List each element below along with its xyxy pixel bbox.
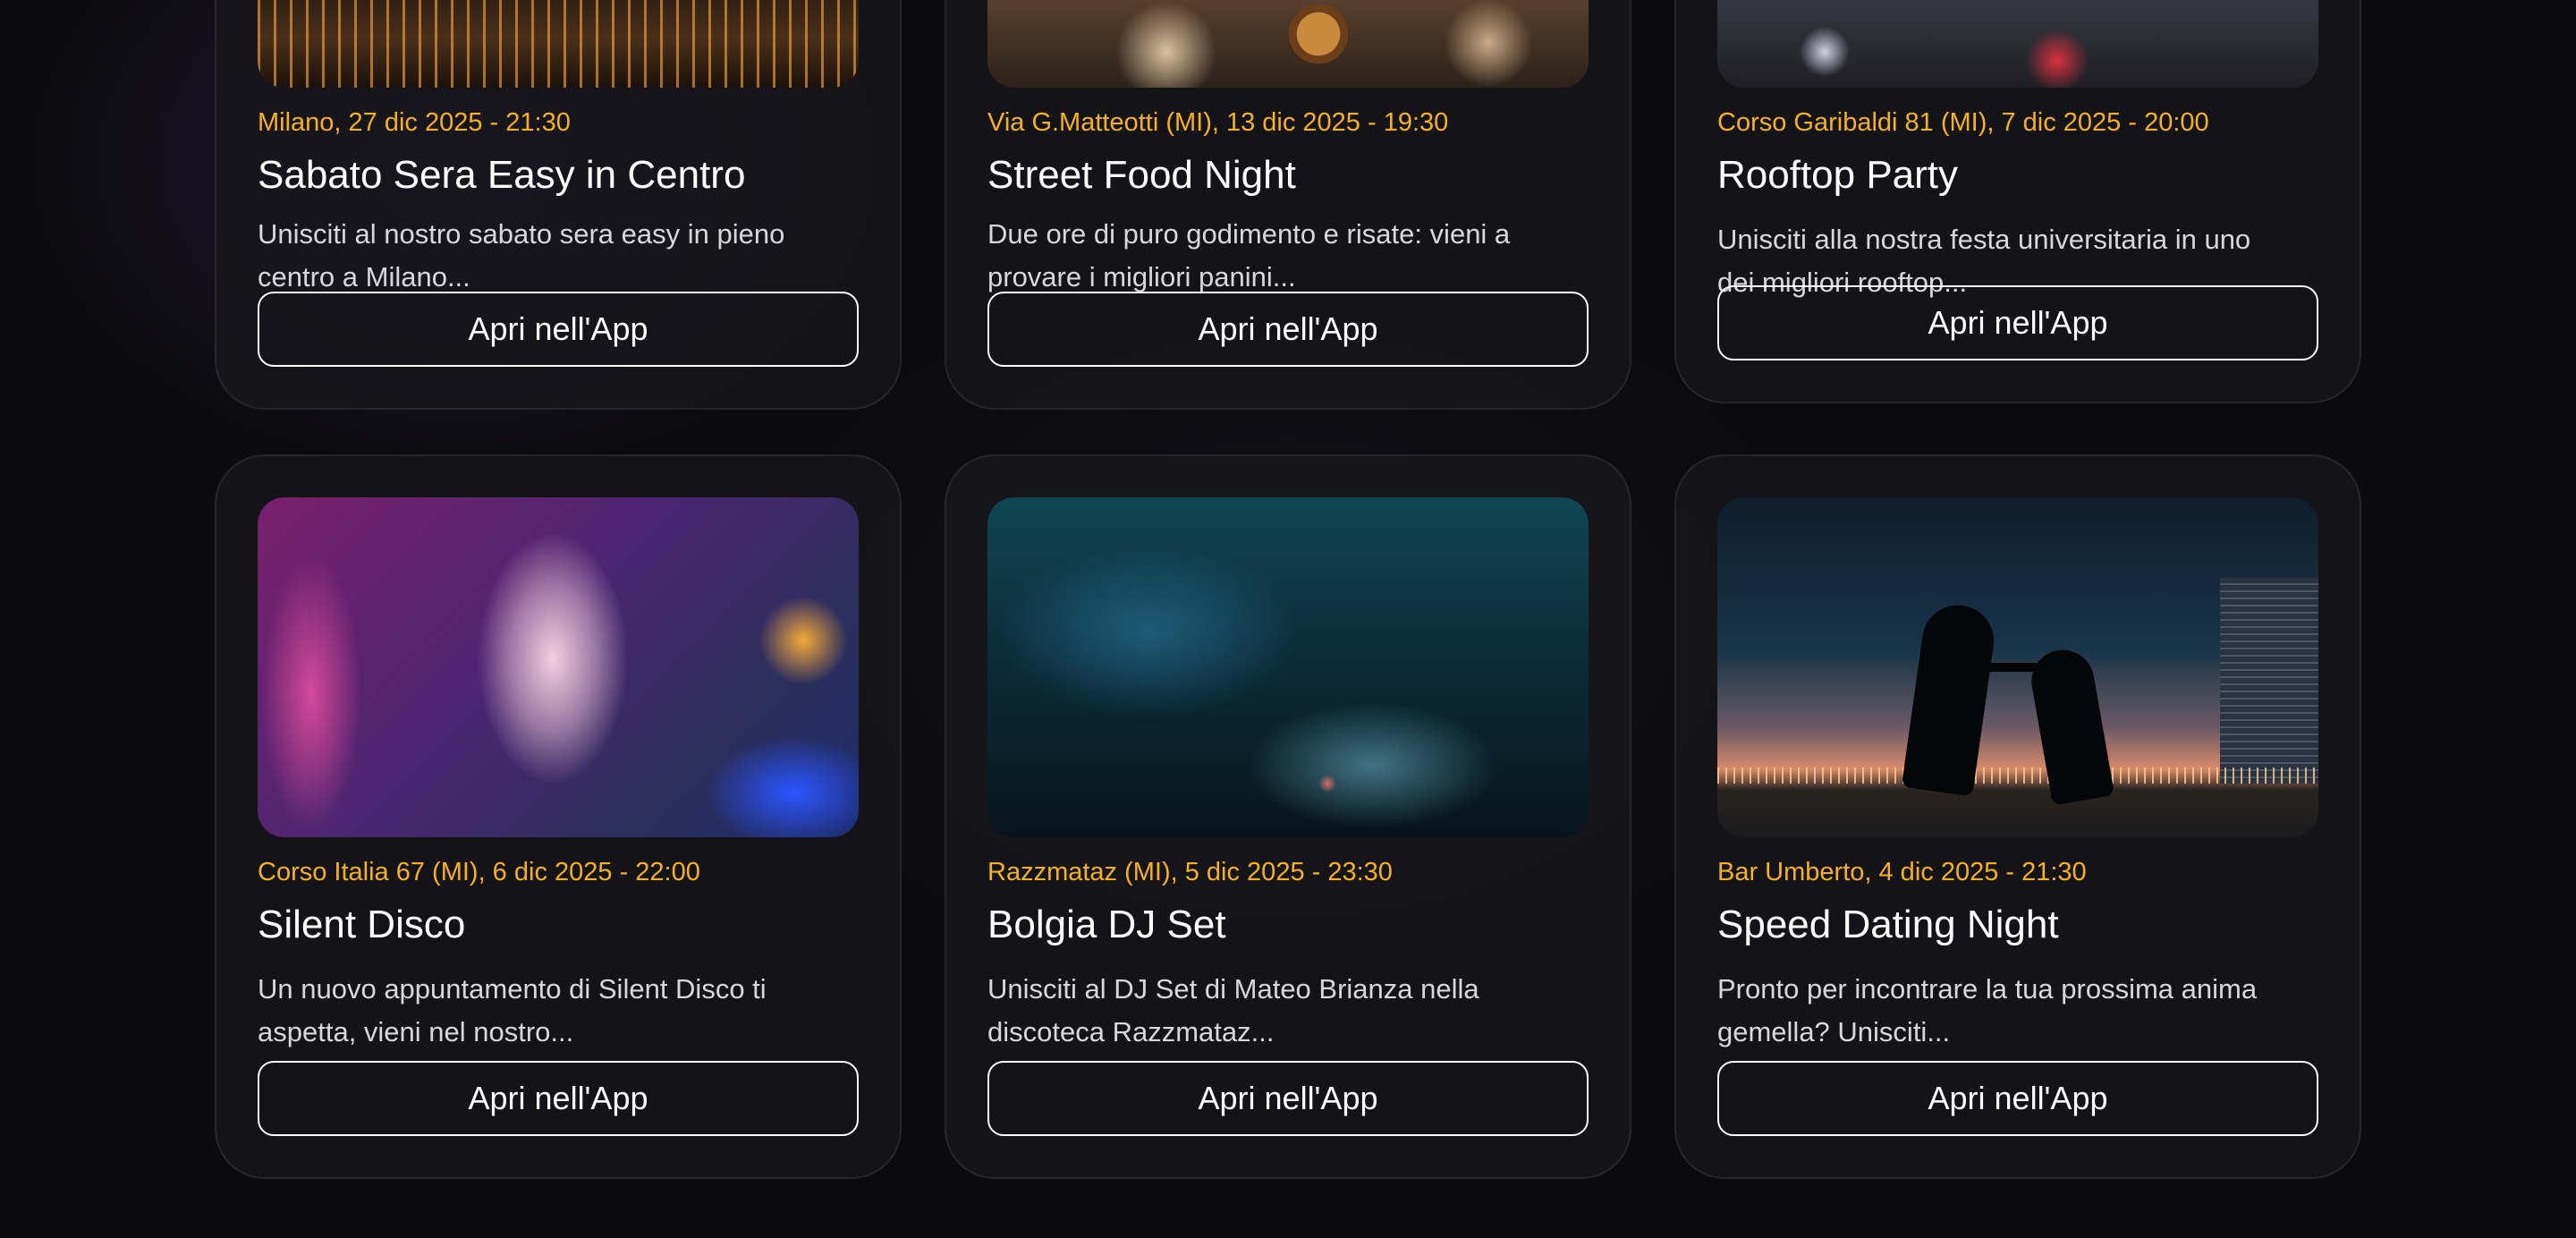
event-title: Sabato Sera Easy in Centro [258,153,746,197]
open-in-app-button[interactable]: Apri nell'App [987,292,1589,367]
event-card: Razzmataz (MI), 5 dic 2025 - 23:30 Bolgi… [945,454,1631,1179]
event-meta: Corso Italia 67 (MI), 6 dic 2025 - 22:00 [258,858,700,886]
event-title: Silent Disco [258,903,466,946]
event-title: Street Food Night [987,153,1296,197]
event-card: Corso Italia 67 (MI), 6 dic 2025 - 22:00… [215,454,902,1179]
event-title: Speed Dating Night [1717,903,2059,946]
event-image [987,0,1589,88]
event-card: Via G.Matteotti (MI), 13 dic 2025 - 19:3… [945,0,1631,410]
open-in-app-button[interactable]: Apri nell'App [987,1061,1589,1136]
event-meta: Via G.Matteotti (MI), 13 dic 2025 - 19:3… [987,108,1449,137]
open-in-app-button[interactable]: Apri nell'App [258,292,859,367]
event-description: Pronto per incontrare la tua prossima an… [1717,973,2258,1047]
event-meta: Bar Umberto, 4 dic 2025 - 21:30 [1717,858,2087,886]
event-description: Unisciti al DJ Set di Mateo Brianza nell… [987,973,1479,1047]
events-page: Milano, 27 dic 2025 - 21:30 Sabato Sera … [0,0,2576,1238]
event-description: Un nuovo appuntamento di Silent Disco ti… [258,973,767,1047]
events-grid: Milano, 27 dic 2025 - 21:30 Sabato Sera … [215,0,2361,1179]
event-title: Rooftop Party [1717,153,1959,197]
event-meta: Milano, 27 dic 2025 - 21:30 [258,108,571,137]
event-image [258,497,859,837]
event-image [987,497,1589,837]
event-image [258,0,859,88]
event-title: Bolgia DJ Set [987,903,1226,946]
open-in-app-button[interactable]: Apri nell'App [1717,1061,2318,1136]
event-description: Due ore di puro godimento e risate: vien… [987,218,1511,293]
building-shape [2220,578,2318,784]
event-card: Corso Garibaldi 81 (MI), 7 dic 2025 - 20… [1674,0,2361,403]
open-in-app-button[interactable]: Apri nell'App [1717,285,2318,360]
city-lights-shape [1717,767,2318,784]
event-meta: Razzmataz (MI), 5 dic 2025 - 23:30 [987,858,1393,886]
open-in-app-button[interactable]: Apri nell'App [258,1061,859,1136]
event-description: Unisciti al nostro sabato sera easy in p… [258,218,785,293]
event-meta: Corso Garibaldi 81 (MI), 7 dic 2025 - 20… [1717,108,2209,137]
event-image [1717,0,2318,88]
event-image [1717,497,2318,837]
event-card: Bar Umberto, 4 dic 2025 - 21:30 Speed Da… [1674,454,2361,1179]
event-card: Milano, 27 dic 2025 - 21:30 Sabato Sera … [215,0,902,410]
